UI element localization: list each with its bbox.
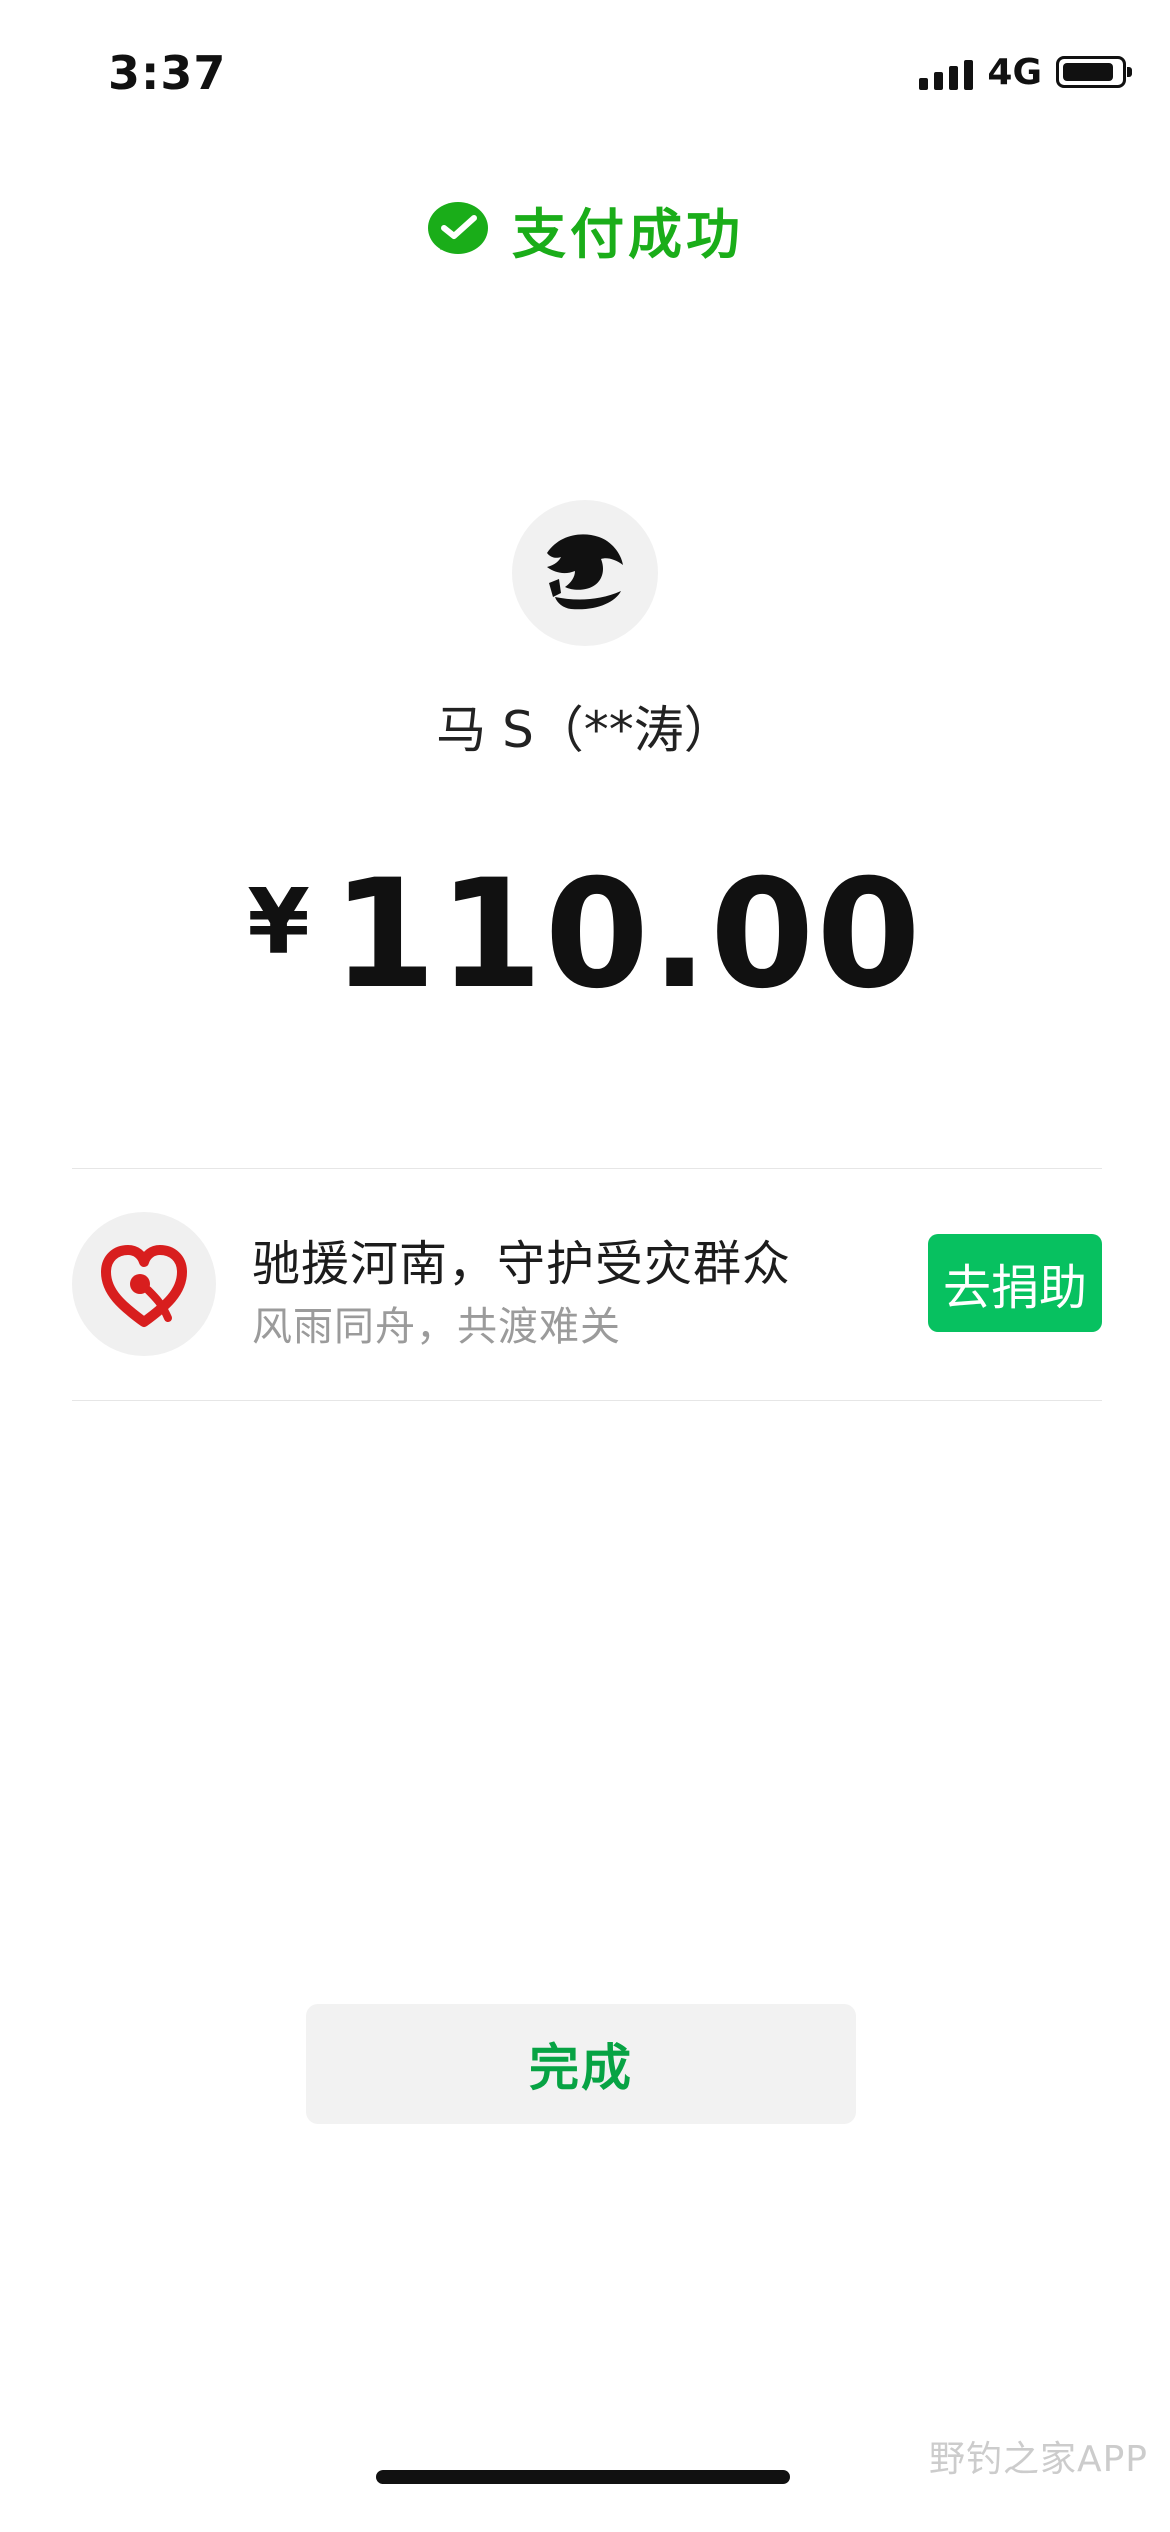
- charity-logo: [72, 1212, 216, 1356]
- horse-calligraphy-icon: [547, 534, 623, 610]
- payee-avatar: [512, 500, 658, 646]
- currency-symbol: ¥: [247, 870, 310, 975]
- watermark: 野钓之家APP: [928, 2439, 1148, 2480]
- cellular-signal-icon: [919, 54, 974, 90]
- donate-button[interactable]: 去捐助: [928, 1234, 1102, 1332]
- success-title: 支付成功: [512, 203, 744, 266]
- status-time: 3:37: [108, 46, 227, 100]
- wechat-pay-icon: [428, 201, 488, 254]
- status-bar: 3:37 4G: [0, 0, 1170, 140]
- done-button[interactable]: 完成: [306, 2004, 856, 2124]
- payment-success-header: 支付成功: [0, 190, 1170, 269]
- divider-bottom: [72, 1400, 1102, 1401]
- amount-display: ¥ 110.00: [0, 860, 1170, 1010]
- promo-title: 驰援河南，守护受灾群众: [252, 1236, 792, 1292]
- battery-icon: [1056, 56, 1132, 88]
- status-indicators: 4G: [919, 51, 1132, 93]
- charity-heart-icon: [101, 1245, 187, 1327]
- promo-subtitle: 风雨同舟，共渡难关: [252, 1304, 621, 1350]
- charity-promo-card[interactable]: 驰援河南，守护受灾群众 风雨同舟，共渡难关 去捐助: [72, 1168, 1102, 1400]
- payee-name: 马 S（**涛）: [436, 701, 734, 759]
- home-indicator[interactable]: [376, 2470, 790, 2484]
- payment-amount: 110.00: [331, 848, 923, 1022]
- network-type: 4G: [987, 51, 1042, 93]
